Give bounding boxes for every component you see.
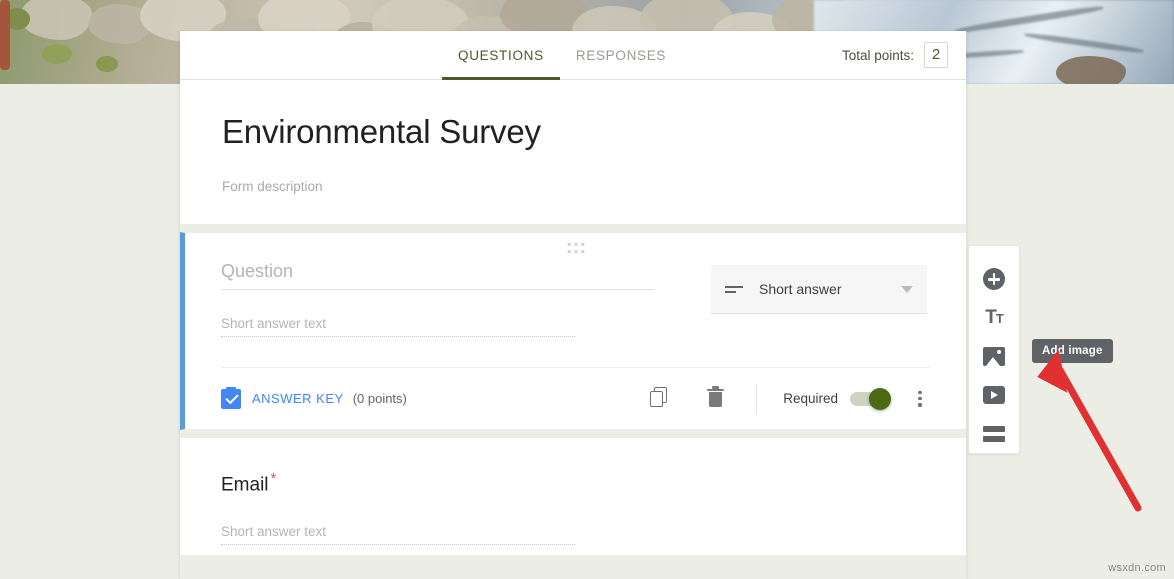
add-question-button[interactable]	[974, 260, 1014, 299]
tab-questions-label: QUESTIONS	[458, 47, 544, 63]
total-points: Total points: 2	[842, 42, 948, 68]
email-answer-preview: Short answer text	[221, 524, 575, 545]
answer-key-label: ANSWER KEY	[252, 391, 344, 407]
image-icon	[983, 346, 1005, 366]
title-text-icon: TT	[985, 307, 1004, 329]
tab-responses-label: RESPONSES	[575, 47, 667, 63]
tab-responses[interactable]: RESPONSES	[560, 31, 682, 80]
answer-key-checkbox-icon	[221, 386, 241, 409]
app-root: QUESTIONS RESPONSES Total points: 2 Envi…	[0, 0, 1174, 579]
question-type-label: Short answer	[759, 281, 842, 298]
form-tabbar: QUESTIONS RESPONSES Total points: 2	[180, 31, 966, 80]
duplicate-icon[interactable]	[650, 386, 674, 411]
tools-divider	[756, 383, 758, 414]
video-icon	[983, 386, 1005, 405]
answer-key-button[interactable]: ANSWER KEY (0 points)	[221, 386, 407, 409]
email-question-title-row: Email *	[221, 470, 930, 496]
required-toggle[interactable]	[850, 387, 891, 410]
watermark: wsxdn.com	[1108, 562, 1166, 574]
delete-icon[interactable]	[704, 385, 728, 411]
required-asterisk: *	[270, 470, 277, 488]
form-description-placeholder[interactable]: Form description	[222, 179, 924, 194]
drag-handle-icon[interactable]	[567, 243, 584, 254]
required-toggle-group[interactable]: Required	[783, 387, 891, 410]
total-points-value[interactable]: 2	[924, 42, 948, 68]
total-points-label: Total points:	[841, 47, 914, 63]
chevron-down-icon	[901, 285, 913, 293]
plus-circle-icon	[983, 268, 1005, 291]
form-editor-paper: QUESTIONS RESPONSES Total points: 2 Envi…	[180, 31, 966, 555]
add-item-toolbar: TT	[968, 245, 1020, 454]
more-options-icon[interactable]	[910, 387, 930, 411]
add-section-button[interactable]	[974, 414, 1014, 453]
question-left: Question Short answer text	[221, 261, 691, 338]
short-answer-icon	[725, 282, 743, 296]
card-separator-2	[180, 430, 966, 439]
form-title-card[interactable]: Environmental Survey Form description	[180, 80, 966, 225]
section-icon	[983, 425, 1005, 442]
card-separator	[180, 224, 966, 233]
question-tools: Required	[620, 383, 930, 414]
add-title-button[interactable]: TT	[974, 299, 1014, 338]
email-question-card[interactable]: Email * Short answer text	[180, 438, 966, 555]
form-title[interactable]: Environmental Survey	[222, 113, 924, 150]
answer-key-points: (0 points)	[352, 391, 407, 407]
tab-questions[interactable]: QUESTIONS	[442, 31, 560, 80]
add-image-tooltip: Add image	[1032, 339, 1113, 363]
required-label: Required	[783, 391, 838, 407]
question-card[interactable]: Question Short answer text Short answer …	[180, 232, 966, 431]
question-footer: ANSWER KEY (0 points) Required	[221, 367, 930, 429]
add-image-button[interactable]	[974, 337, 1014, 376]
question-right: Short answer	[711, 261, 927, 337]
question-type-select[interactable]: Short answer	[711, 265, 927, 315]
email-question-title: Email	[221, 474, 269, 496]
add-video-button[interactable]	[974, 376, 1014, 415]
tab-list: QUESTIONS RESPONSES	[442, 31, 682, 80]
question-answer-preview: Short answer text	[221, 316, 575, 338]
question-title-input[interactable]: Question	[221, 261, 654, 291]
